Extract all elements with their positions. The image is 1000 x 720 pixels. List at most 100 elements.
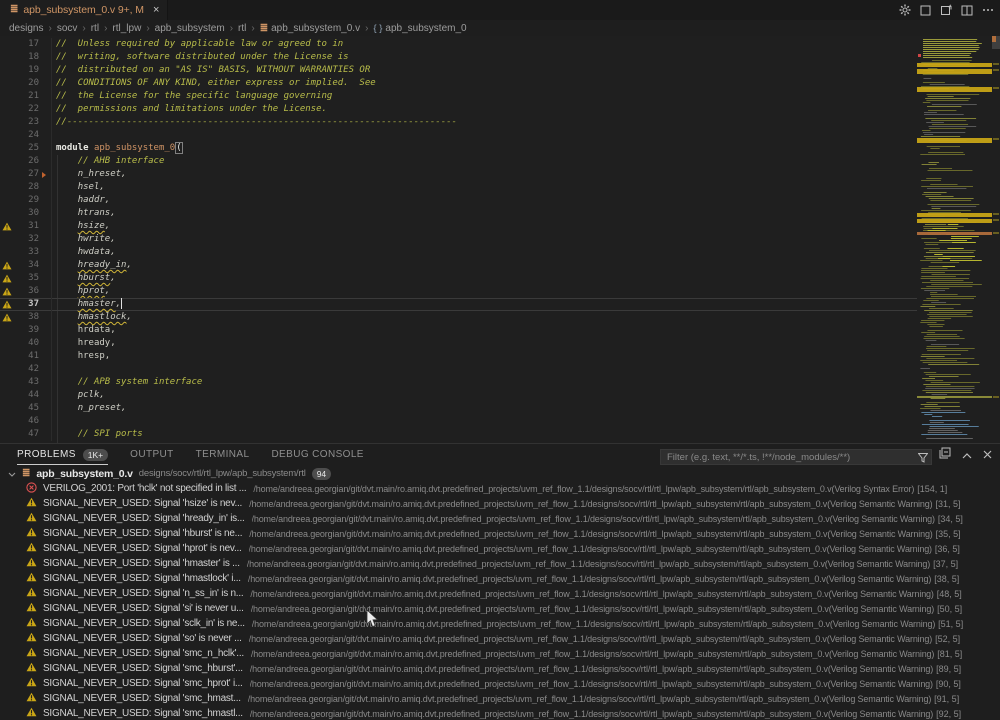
code-line[interactable]: 42 xyxy=(0,363,917,376)
filter-input[interactable] xyxy=(660,449,932,465)
editor-gutter[interactable]: 21 xyxy=(0,90,52,103)
panel-tab-terminal[interactable]: TERMINAL xyxy=(196,445,250,465)
code-line[interactable]: 40 hready, xyxy=(0,337,917,350)
code-line[interactable]: 28 hsel, xyxy=(0,181,917,194)
problem-row[interactable]: SIGNAL_NEVER_USED: Signal 'smc_n_hclk'..… xyxy=(0,646,1000,661)
editor-gutter[interactable]: 33 xyxy=(0,246,52,259)
editor-gutter[interactable]: 43 xyxy=(0,376,52,389)
problem-row[interactable]: SIGNAL_NEVER_USED: Signal 'si' is never … xyxy=(0,601,1000,616)
editor-gutter[interactable]: 32 xyxy=(0,233,52,246)
more-actions-icon[interactable] xyxy=(982,8,994,12)
editor-gutter[interactable]: 18 xyxy=(0,51,52,64)
code-line[interactable]: 39 hrdata, xyxy=(0,324,917,337)
editor-gutter[interactable]: 46 xyxy=(0,415,52,428)
code-line[interactable]: 26 // AHB interface xyxy=(0,155,917,168)
code-line[interactable]: 20// CONDITIONS OF ANY KIND, either expr… xyxy=(0,77,917,90)
square-icon[interactable] xyxy=(920,5,931,16)
breadcrumb-item-rtl[interactable]: rtl xyxy=(91,23,99,34)
editor-gutter[interactable]: 47 xyxy=(0,428,52,441)
code-line[interactable]: 21// the License for the specific langua… xyxy=(0,90,917,103)
editor-gutter[interactable]: 19 xyxy=(0,64,52,77)
problem-row[interactable]: SIGNAL_NEVER_USED: Signal 'hburst' is ne… xyxy=(0,526,1000,541)
problem-row[interactable]: SIGNAL_NEVER_USED: Signal 'hmaster' is .… xyxy=(0,556,1000,571)
editor-gutter[interactable]: 39 xyxy=(0,324,52,337)
code-line[interactable]: 38 hmastlock, xyxy=(0,311,917,324)
tab-close-icon[interactable]: × xyxy=(153,4,159,16)
editor-gutter[interactable]: 25 xyxy=(0,142,52,155)
code-line[interactable]: 34 hready_in, xyxy=(0,259,917,272)
editor-gutter[interactable]: 36 xyxy=(0,285,52,298)
code-line[interactable]: 46 xyxy=(0,415,917,428)
collapse-all-icon[interactable] xyxy=(939,446,951,464)
restore-editor-icon[interactable] xyxy=(940,4,952,16)
code-line[interactable]: 44 pclk, xyxy=(0,389,917,402)
editor-gutter[interactable]: 20 xyxy=(0,77,52,90)
breadcrumb-item-designs[interactable]: designs xyxy=(9,23,43,34)
editor-gutter[interactable]: 45 xyxy=(0,402,52,415)
code-line[interactable]: 43 // APB system interface xyxy=(0,376,917,389)
problem-row[interactable]: SIGNAL_NEVER_USED: Signal 'sclk_in' is n… xyxy=(0,616,1000,631)
editor-gutter[interactable]: 22 xyxy=(0,103,52,116)
editor-gutter[interactable]: 29 xyxy=(0,194,52,207)
editor-gutter[interactable]: 42 xyxy=(0,363,52,376)
panel-tab-debug-console[interactable]: DEBUG CONSOLE xyxy=(271,445,363,465)
code-line[interactable]: 41 hresp, xyxy=(0,350,917,363)
code-line[interactable]: 27 n_hreset, xyxy=(0,168,917,181)
editor-gutter[interactable]: 17 xyxy=(0,38,52,51)
panel-tab-problems[interactable]: PROBLEMS1K+ xyxy=(17,445,108,465)
problem-row[interactable]: SIGNAL_NEVER_USED: Signal 'hsize' is nev… xyxy=(0,496,1000,511)
editor-gutter[interactable]: 24 xyxy=(0,129,52,142)
problem-row[interactable]: SIGNAL_NEVER_USED: Signal 'smc_hprot' i.… xyxy=(0,676,1000,691)
close-panel-icon[interactable] xyxy=(983,446,992,464)
problem-row[interactable]: SIGNAL_NEVER_USED: Signal 'smc_hmast.../… xyxy=(0,691,1000,706)
problem-row[interactable]: SIGNAL_NEVER_USED: Signal 'so' is never … xyxy=(0,631,1000,646)
editor-gutter[interactable]: 28 xyxy=(0,181,52,194)
code-line[interactable]: 30 htrans, xyxy=(0,207,917,220)
breadcrumb-item-rtl[interactable]: rtl xyxy=(238,23,246,34)
editor-gutter[interactable]: 40 xyxy=(0,337,52,350)
code-line[interactable]: 24 xyxy=(0,129,917,142)
code-line[interactable]: 31 hsize, xyxy=(0,220,917,233)
code-line[interactable]: 47 // SPI ports xyxy=(0,428,917,441)
code-line[interactable]: 17// Unless required by applicable law o… xyxy=(0,38,917,51)
code-line[interactable]: 45 n_preset, xyxy=(0,402,917,415)
editor-gutter[interactable]: 26 xyxy=(0,155,52,168)
code-line[interactable]: 35 hburst, xyxy=(0,272,917,285)
breadcrumb-item-rtl_lpw[interactable]: rtl_lpw xyxy=(112,23,141,34)
editor-gutter[interactable]: 44 xyxy=(0,389,52,402)
code-line[interactable]: 33 hwdata, xyxy=(0,246,917,259)
editor-gutter[interactable]: 31 xyxy=(0,220,52,233)
problem-row[interactable]: SIGNAL_NEVER_USED: Signal 'hready_in' is… xyxy=(0,511,1000,526)
breadcrumb-item-apb_subsystem_0[interactable]: { }apb_subsystem_0 xyxy=(373,23,466,34)
problem-row[interactable]: SIGNAL_NEVER_USED: Signal 'hmastlock' i.… xyxy=(0,571,1000,586)
editor-gutter[interactable]: 23 xyxy=(0,116,52,129)
breadcrumb-item-apb_subsystem[interactable]: apb_subsystem xyxy=(155,23,225,34)
editor-gutter[interactable]: 38 xyxy=(0,311,52,324)
code-line[interactable]: 23//------------------------------------… xyxy=(0,116,917,129)
tab-apb-subsystem-0[interactable]: ≣ apb_subsystem_0.v 9+, M × xyxy=(0,0,168,20)
gear-icon[interactable] xyxy=(899,4,911,16)
problems-file-group[interactable]: ≣ apb_subsystem_0.v designs/socv/rtl/rtl… xyxy=(0,466,1000,481)
code-line[interactable]: 29 haddr, xyxy=(0,194,917,207)
code-line[interactable]: 25module apb_subsystem_0( xyxy=(0,142,917,155)
breadcrumb-item-apb_subsystem_0.v[interactable]: ≣apb_subsystem_0.v xyxy=(260,23,360,34)
editor-gutter[interactable]: 41 xyxy=(0,350,52,363)
breadcrumb-item-socv[interactable]: socv xyxy=(57,23,78,34)
overview-ruler-scrollbar[interactable] xyxy=(992,36,1000,443)
editor-gutter[interactable]: 34 xyxy=(0,259,52,272)
problem-row[interactable]: SIGNAL_NEVER_USED: Signal 'smc_hmastl...… xyxy=(0,706,1000,720)
code-line[interactable]: 18// writing, software distributed under… xyxy=(0,51,917,64)
split-editor-icon[interactable] xyxy=(961,5,973,16)
code-line[interactable]: 36 hprot, xyxy=(0,285,917,298)
problem-row[interactable]: VERILOG_2001: Port 'hclk' not specified … xyxy=(0,481,1000,496)
editor-gutter[interactable]: 37 xyxy=(0,298,52,311)
code-line[interactable]: 32 hwrite, xyxy=(0,233,917,246)
code-line[interactable]: 22// permissions and limitations under t… xyxy=(0,103,917,116)
chevron-up-icon[interactable] xyxy=(962,446,972,464)
editor-gutter[interactable]: 30 xyxy=(0,207,52,220)
code-line[interactable]: 19// distributed on an "AS IS" BASIS, WI… xyxy=(0,64,917,77)
minimap[interactable] xyxy=(917,36,992,443)
panel-tab-output[interactable]: OUTPUT xyxy=(130,445,174,465)
code-line[interactable]: 37 hmaster, xyxy=(0,298,917,311)
code-editor[interactable]: 17// Unless required by applicable law o… xyxy=(0,36,1000,443)
